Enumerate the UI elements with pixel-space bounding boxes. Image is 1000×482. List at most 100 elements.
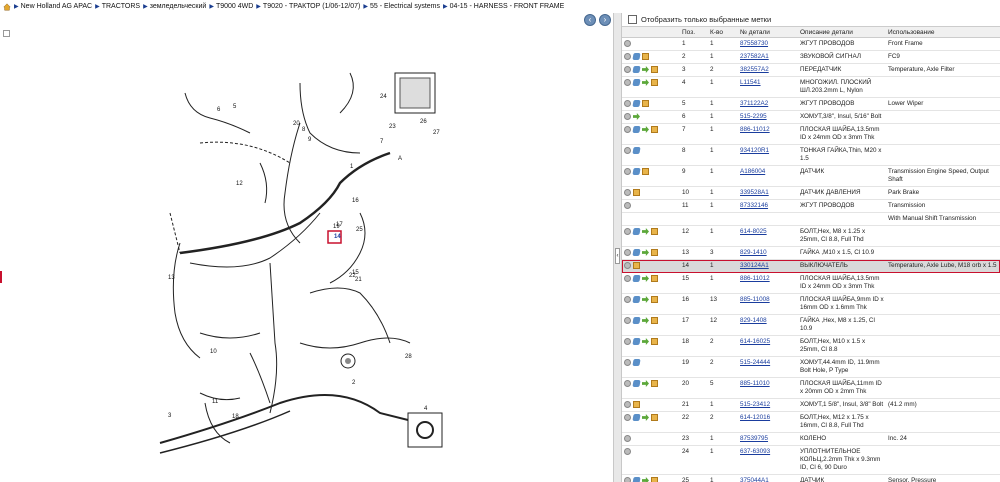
header-usage[interactable]: Использование xyxy=(886,27,1000,38)
part-number-cell[interactable]: A186004 xyxy=(738,165,798,187)
table-row[interactable]: 8 1 934120R1 ТОНКАЯ ГАЙКА,Thin, M20 x 1.5 xyxy=(622,144,1000,166)
part-number-cell[interactable]: 934120R1 xyxy=(738,144,798,166)
part-number-cell[interactable]: 515-2295 xyxy=(738,110,798,124)
part-number-link[interactable]: 375044A1 xyxy=(740,477,769,482)
info-icon[interactable] xyxy=(624,249,631,256)
header-part-number[interactable]: № детали xyxy=(738,27,798,38)
package-icon[interactable] xyxy=(651,79,658,86)
part-number-cell[interactable]: 614-16025 xyxy=(738,335,798,357)
table-row[interactable]: 7 1 886-11012 ПЛОСКАЯ ШАЙБА,13.5mm ID x 24m… xyxy=(622,123,1000,145)
part-number-link[interactable]: 829-1410 xyxy=(740,249,767,256)
table-row[interactable]: 23 1 87539795 КОЛЕНО Inc. 24 xyxy=(622,432,1000,446)
link-icon[interactable] xyxy=(632,126,641,133)
package-icon[interactable] xyxy=(651,275,658,282)
info-icon[interactable] xyxy=(624,296,631,303)
info-icon[interactable] xyxy=(624,53,631,60)
breadcrumb-item[interactable]: ▶ земледельческий xyxy=(143,3,206,10)
table-row[interactable]: 14 1 330124A1 ВЫКЛЮЧАТЕЛЬ Temperature, Axle … xyxy=(622,259,1000,273)
callout-9[interactable]: 9 xyxy=(308,137,312,143)
info-icon[interactable] xyxy=(624,338,631,345)
callout-A[interactable]: A xyxy=(398,156,402,162)
part-number-link[interactable]: 934120R1 xyxy=(740,147,769,154)
callout-14[interactable]: 14 xyxy=(334,234,341,240)
callout-22[interactable]: 22 xyxy=(349,273,356,279)
info-icon[interactable] xyxy=(624,147,631,154)
link-icon[interactable] xyxy=(632,147,641,154)
info-icon[interactable] xyxy=(624,435,631,442)
table-row[interactable]: 10 1 339528A1 ДАТЧИК ДАВЛЕНИЯ Park Brake xyxy=(622,186,1000,200)
part-number-link[interactable]: 614-12016 xyxy=(740,414,770,421)
part-number-link[interactable]: 886-11012 xyxy=(740,275,770,282)
breadcrumb-item[interactable]: ▶ New Holland AG APAC xyxy=(14,3,92,10)
home-icon[interactable] xyxy=(3,2,11,11)
table-row[interactable]: 16 13 885-11008 ПЛОСКАЯ ШАЙБА,9mm ID x 16mm… xyxy=(622,293,1000,315)
package-icon[interactable] xyxy=(651,380,658,387)
breadcrumb-item[interactable]: ▶ 55 - Electrical systems xyxy=(363,3,440,10)
package-icon[interactable] xyxy=(651,126,658,133)
part-number-cell[interactable]: 637-63093 xyxy=(738,445,798,475)
part-number-link[interactable]: 330124A1 xyxy=(740,262,769,269)
part-number-cell[interactable]: 330124A1 xyxy=(738,259,798,273)
info-icon[interactable] xyxy=(624,317,631,324)
info-icon[interactable] xyxy=(624,40,631,47)
part-number-link[interactable]: 515-2295 xyxy=(740,113,767,120)
callout-25[interactable]: 25 xyxy=(356,227,363,233)
info-icon[interactable] xyxy=(624,414,631,421)
table-row[interactable]: 6 1 515-2295 ХОМУТ,3/8", Insul, 5/16" Bolt xyxy=(622,110,1000,124)
package-icon[interactable] xyxy=(651,296,658,303)
part-number-cell[interactable]: 375044A1 xyxy=(738,474,798,482)
callout-5[interactable]: 5 xyxy=(233,104,237,110)
part-number-link[interactable]: 885-11008 xyxy=(740,296,770,303)
add-to-cart-arrow-icon[interactable] xyxy=(642,249,649,256)
add-to-cart-arrow-icon[interactable] xyxy=(642,66,649,73)
info-icon[interactable] xyxy=(624,100,631,107)
link-icon[interactable] xyxy=(632,53,641,60)
part-number-cell[interactable]: L11541 xyxy=(738,76,798,98)
callout-1[interactable]: 1 xyxy=(350,164,354,170)
part-number-cell[interactable]: 885-11010 xyxy=(738,377,798,399)
part-number-link[interactable]: 829-1408 xyxy=(740,317,767,324)
package-icon[interactable] xyxy=(642,100,649,107)
package-icon[interactable] xyxy=(633,189,640,196)
add-to-cart-arrow-icon[interactable] xyxy=(642,79,649,86)
link-icon[interactable] xyxy=(632,338,641,345)
part-number-link[interactable]: 614-16025 xyxy=(740,338,770,345)
part-number-cell[interactable]: 829-1410 xyxy=(738,246,798,260)
part-number-link[interactable]: 886-11012 xyxy=(740,126,770,133)
callout-19[interactable]: 19 xyxy=(333,224,340,230)
header-pos[interactable]: Поз. xyxy=(680,27,708,38)
callout-18[interactable]: 18 xyxy=(232,414,239,420)
callout-20[interactable]: 20 xyxy=(293,121,300,127)
breadcrumb-item[interactable]: ▶ TRACTORS xyxy=(95,3,140,10)
part-number-cell[interactable]: 515-23412 xyxy=(738,398,798,412)
table-row[interactable]: 25 1 375044A1 ДАТЧИК Sensor, Pressure xyxy=(622,474,1000,482)
callout-6[interactable]: 6 xyxy=(217,107,221,113)
add-to-cart-arrow-icon[interactable] xyxy=(642,477,649,482)
package-icon[interactable] xyxy=(642,168,649,175)
table-row[interactable]: 13 3 829-1410 ГАЙКА ,M10 x 1.5, Cl 10.9 xyxy=(622,246,1000,260)
add-to-cart-arrow-icon[interactable] xyxy=(633,113,640,120)
link-icon[interactable] xyxy=(632,380,641,387)
table-row[interactable]: 2 1 237582A1 ЗВУКОВОЙ СИГНАЛ FC9 xyxy=(622,50,1000,64)
link-icon[interactable] xyxy=(632,100,641,107)
package-icon[interactable] xyxy=(633,401,640,408)
part-number-link[interactable]: 371122A2 xyxy=(740,100,768,107)
selected-only-filter[interactable]: Отобразить только выбранные метки xyxy=(622,13,1000,27)
part-number-link[interactable]: 237582A1 xyxy=(740,53,769,60)
part-number-cell[interactable]: 87332146 xyxy=(738,199,798,213)
callout-21[interactable]: 21 xyxy=(355,277,362,283)
part-number-link[interactable]: 87558730 xyxy=(740,40,768,47)
table-row[interactable]: 24 1 637-63093 УПЛОТНИТЕЛЬНОЕ КОЛЬЦ,2.2mm T… xyxy=(622,445,1000,475)
info-icon[interactable] xyxy=(624,126,631,133)
link-icon[interactable] xyxy=(632,228,641,235)
link-icon[interactable] xyxy=(632,477,641,482)
table-row[interactable]: 3 2 382557A2 ПЕРЕДАТЧИК Temperature, Axle Fi… xyxy=(622,63,1000,77)
package-icon[interactable] xyxy=(651,414,658,421)
package-icon[interactable] xyxy=(651,317,658,324)
package-icon[interactable] xyxy=(651,249,658,256)
info-icon[interactable] xyxy=(624,477,631,482)
callout-28[interactable]: 28 xyxy=(405,354,412,360)
table-row[interactable]: 1 1 87558730 ЖГУТ ПРОВОДОВ Front Frame xyxy=(622,37,1000,51)
breadcrumb-item[interactable]: ▶ T9000 4WD xyxy=(209,3,253,10)
table-row[interactable]: 17 12 829-1408 ГАЙКА ,Hex, M8 x 1.25, Cl 10… xyxy=(622,314,1000,336)
